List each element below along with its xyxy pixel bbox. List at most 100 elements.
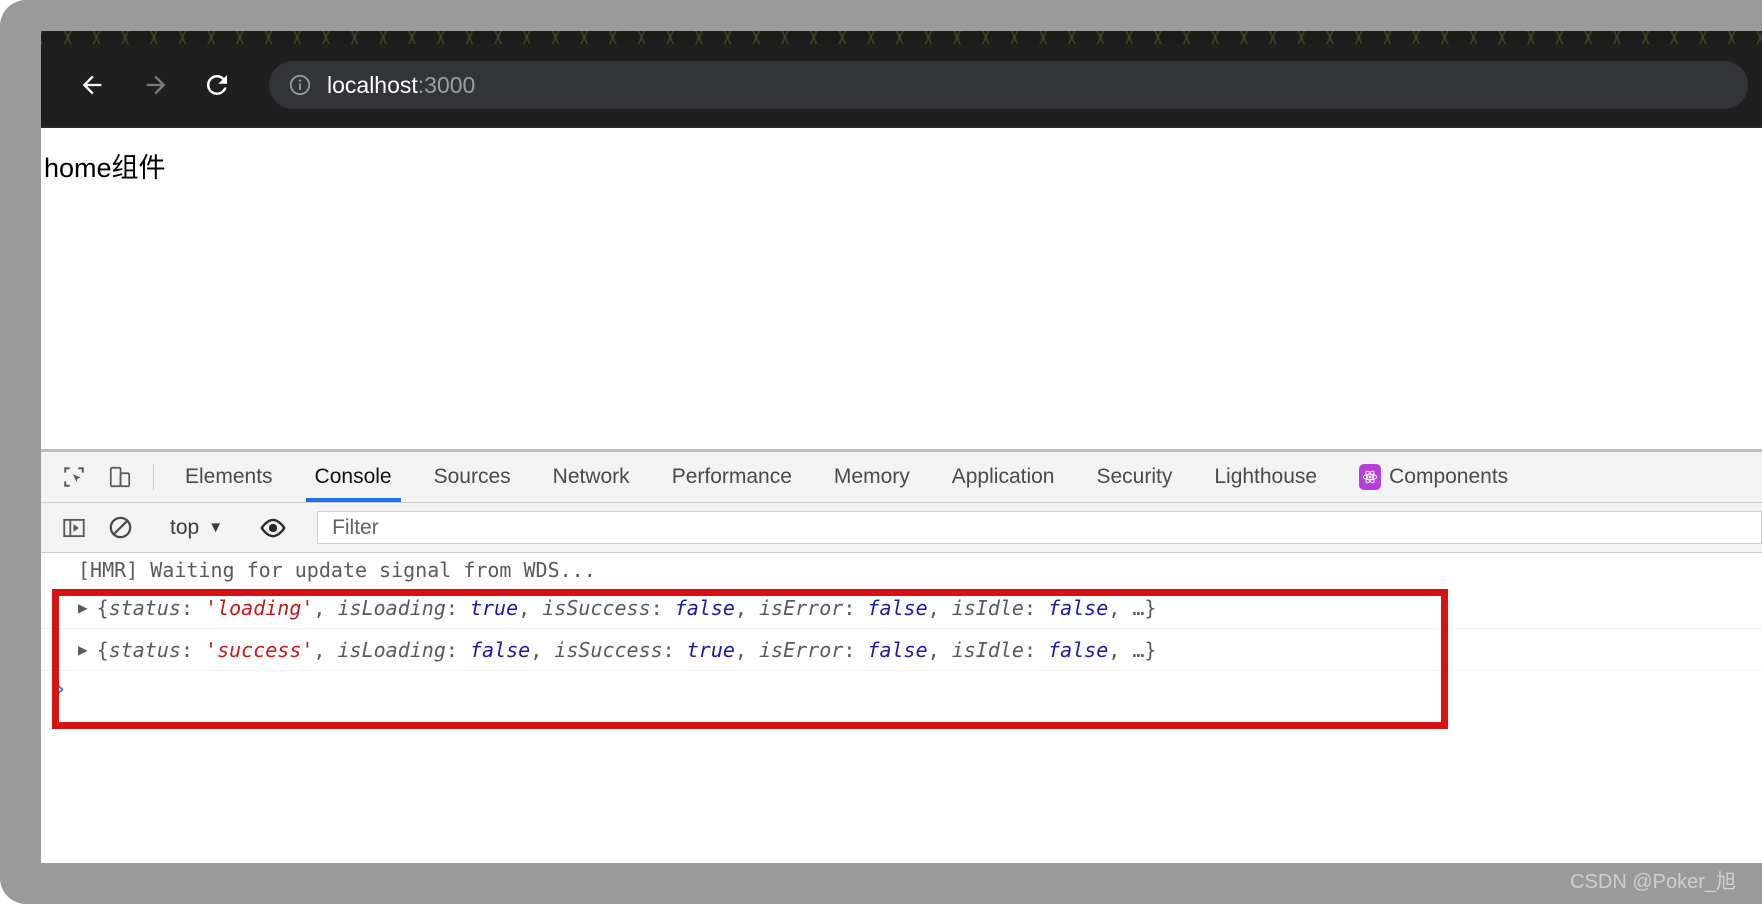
tab-label: Performance [672,465,792,489]
inspect-element-button[interactable] [51,452,97,502]
tab-memory[interactable]: Memory [813,452,931,502]
tab-label: Lighthouse [1214,465,1317,489]
token-bool: false [1048,638,1108,662]
token-bool: false [470,638,530,662]
toolbar-divider [153,464,154,490]
device-frame: localhost:3000 home组件 [0,0,1762,904]
page-viewport: home组件 [41,126,1762,449]
console-filter-input[interactable]: Filter [317,511,1762,544]
devtools-panel: Elements Console Sources Network Performance… [41,449,1762,863]
token-key: status [109,638,181,662]
reload-icon [202,70,232,100]
token-punc: , [928,638,952,662]
chevron-down-icon: ▼ [208,519,223,536]
token-punc: , [518,596,542,620]
token-punc: , …} [1108,596,1156,620]
console-context-selector[interactable]: top ▼ [164,516,229,540]
tab-label: Memory [834,465,910,489]
reload-button[interactable] [194,62,240,108]
live-expression-button[interactable] [250,513,296,543]
token-key: status [109,596,181,620]
token-bool: false [867,638,927,662]
token-punc: , …} [1108,638,1156,662]
token-punc: , [313,638,337,662]
console-log-list: [HMR] Waiting for update signal from WDS… [41,553,1762,671]
clear-console-icon [107,514,134,541]
console-log-area[interactable]: [HMR] Waiting for update signal from WDS… [41,553,1762,863]
log-text: [HMR] Waiting for update signal from WDS… [78,558,596,582]
info-circle-icon [288,73,312,97]
tab-security[interactable]: Security [1075,452,1193,502]
tab-label: Sources [434,465,511,489]
tab-sources[interactable]: Sources [413,452,532,502]
clear-console-button[interactable] [97,514,143,541]
token-punc: , [530,638,554,662]
token-punc: : [843,638,867,662]
console-prompt-caret: › [55,678,66,700]
address-bar[interactable]: localhost:3000 [269,61,1748,109]
log-object-preview: {status: 'success', isLoading: false, is… [97,638,1157,662]
token-key: isIdle [952,638,1024,662]
token-punc: : [446,638,470,662]
address-bar-url: localhost:3000 [327,72,475,99]
console-toolbar: top ▼ Filter [41,503,1762,553]
tab-label: Network [553,465,630,489]
token-punc: : [1024,638,1048,662]
token-key: isIdle [952,596,1024,620]
token-key: isSuccess [554,638,662,662]
arrow-right-icon [142,71,170,99]
tab-label: Elements [185,465,273,489]
console-sidebar-toggle-button[interactable] [51,515,97,541]
token-punc: : [651,596,675,620]
token-punc: : [1024,596,1048,620]
token-punc: { [97,638,109,662]
eye-icon [258,513,288,543]
token-bool: true [470,596,518,620]
device-toolbar-button[interactable] [97,452,143,502]
tab-console[interactable]: Console [294,452,413,502]
watermark: CSDN @Poker_旭 [1570,865,1736,894]
console-log-message: [HMR] Waiting for update signal from WDS… [41,553,1762,587]
console-log-object: ▶ {status: 'loading', isLoading: true, is… [41,587,1762,629]
token-bool: false [1048,596,1108,620]
site-info-icon[interactable] [287,72,313,98]
token-punc: , [313,596,337,620]
tab-application[interactable]: Application [931,452,1076,502]
token-punc: { [97,596,109,620]
tab-elements[interactable]: Elements [164,452,294,502]
tab-label: Application [952,465,1055,489]
inspect-cursor-icon [61,464,87,490]
tab-label: Console [315,465,392,489]
browser-tab-strip [41,31,1762,44]
token-punc: , [735,596,759,620]
arrow-left-icon [78,71,106,99]
disclosure-triangle-icon[interactable]: ▶ [78,640,88,659]
disclosure-triangle-icon[interactable]: ▶ [78,598,88,617]
token-str: 'loading' [205,596,313,620]
token-str: 'success' [205,638,313,662]
react-icon [1359,464,1381,490]
device-toolbar-icon [107,464,133,490]
forward-button[interactable] [133,62,179,108]
token-bool: false [675,596,735,620]
console-context-label: top [170,516,199,540]
tab-components[interactable]: Components [1338,452,1529,502]
token-punc: , [735,638,759,662]
token-key: isError [759,638,843,662]
token-punc: : [843,596,867,620]
token-punc: : [181,638,205,662]
tab-label: Security [1096,465,1172,489]
url-host: localhost [327,72,418,98]
token-key: isLoading [338,638,446,662]
tab-lighthouse[interactable]: Lighthouse [1193,452,1338,502]
sidebar-toggle-icon [61,515,87,541]
tab-network[interactable]: Network [532,452,651,502]
token-key: isLoading [338,596,446,620]
back-button[interactable] [69,62,115,108]
token-punc: , [928,596,952,620]
log-object-preview: {status: 'loading', isLoading: true, isS… [97,596,1157,620]
console-prompt-row[interactable]: › [41,671,1762,707]
devtools-tab-bar: Elements Console Sources Network Performance… [41,452,1762,503]
tab-performance[interactable]: Performance [651,452,813,502]
console-log-object: ▶ {status: 'success', isLoading: false, i… [41,629,1762,671]
